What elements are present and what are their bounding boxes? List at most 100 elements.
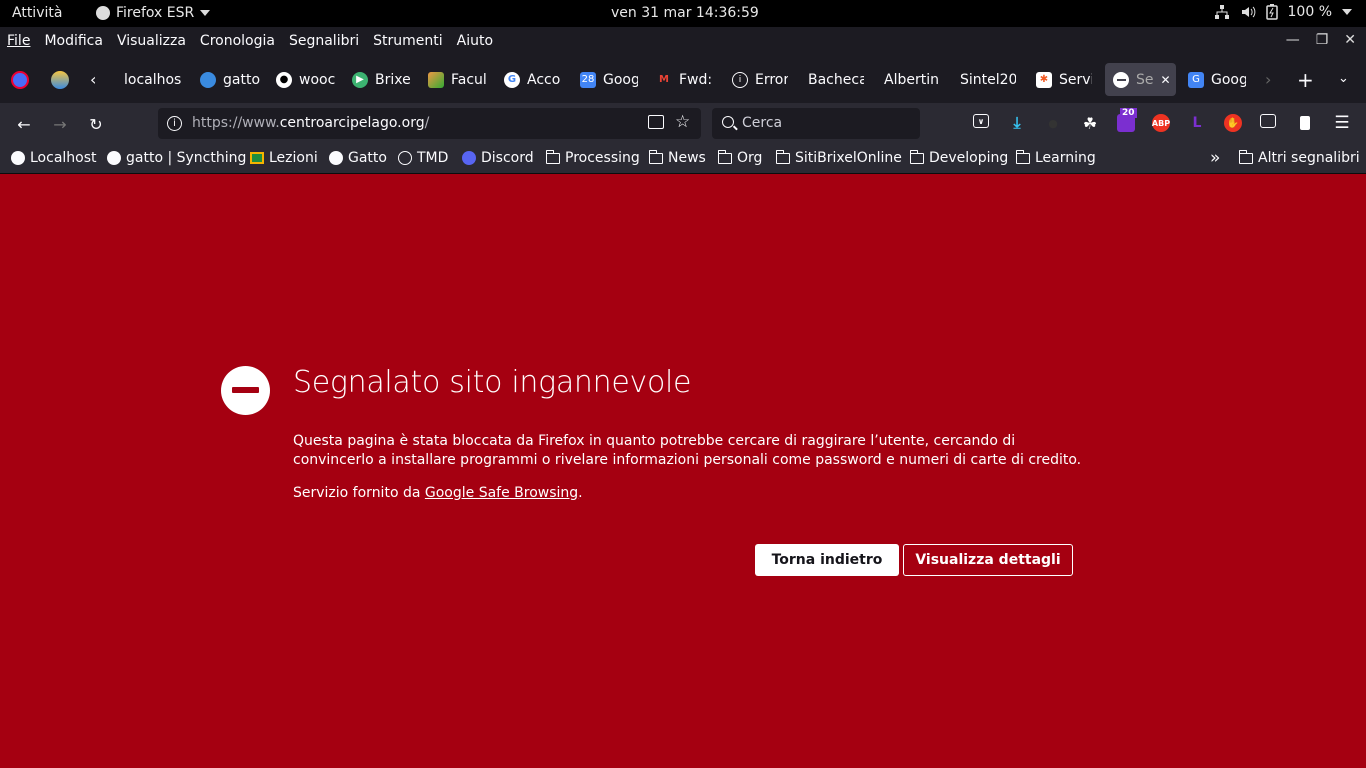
menu-modifica[interactable]: Modifica (44, 33, 103, 49)
tab[interactable]: Sintel20 (960, 63, 1016, 96)
search-placeholder: Cerca (742, 115, 783, 131)
forward-icon[interactable]: → (50, 114, 70, 134)
downloads-icon[interactable]: ⤓ (1008, 113, 1026, 132)
tab[interactable]: M Fwd: (656, 63, 712, 96)
extension-white-icon[interactable] (1296, 114, 1314, 132)
bookmark-item[interactable]: Gatto (329, 150, 387, 166)
tab[interactable]: 28 Goog (580, 63, 638, 96)
menu-segnalibri[interactable]: Segnalibri (289, 33, 359, 49)
go-back-button[interactable]: Torna indietro (755, 544, 899, 576)
back-icon[interactable]: ← (14, 114, 34, 134)
google-safe-browsing-link[interactable]: Google Safe Browsing (425, 485, 578, 501)
clock[interactable]: ven 31 mar 14:36:59 (611, 5, 759, 21)
list-all-tabs-icon[interactable]: ⌄ (1338, 71, 1349, 86)
active-tab[interactable]: Se ✕ (1105, 63, 1176, 96)
bookmark-star-icon[interactable]: ☆ (675, 112, 690, 132)
url-text[interactable]: https://www.centroarcipelago.org/ (192, 115, 429, 131)
gnome-extension-icon[interactable]: ☘ (1081, 114, 1099, 133)
pinned-tab-icon[interactable] (51, 71, 69, 89)
tab[interactable]: Facul (428, 63, 486, 96)
play-icon: ▶ (352, 71, 368, 88)
bookmark-item[interactable]: gatto | Syncthing (107, 150, 246, 166)
bookmark-item[interactable]: Lezioni (250, 150, 318, 166)
network-icon (1214, 5, 1229, 19)
bookmark-folder[interactable]: Learning (1015, 149, 1096, 166)
folder-icon (648, 149, 663, 164)
more-bookmarks-icon[interactable]: » (1210, 148, 1220, 168)
menu-aiuto[interactable]: Aiuto (457, 33, 493, 49)
reload-icon[interactable]: ↻ (86, 114, 106, 134)
extension-icon[interactable]: ● (1044, 114, 1062, 132)
minimize-icon[interactable]: — (1286, 32, 1300, 48)
tab[interactable]: G Goog (1188, 63, 1246, 96)
tab[interactable]: localhos (124, 63, 184, 96)
bookmark-folder[interactable]: News (648, 149, 706, 166)
folder-icon (909, 149, 924, 164)
discord-icon (462, 151, 476, 165)
faculty-icon (428, 71, 444, 88)
pinned-tab-icon[interactable] (11, 71, 29, 89)
reader-view-icon[interactable] (648, 115, 664, 129)
other-bookmarks-folder[interactable]: Altri segnalibri (1238, 149, 1360, 166)
bookmark-item[interactable]: TMD (398, 150, 448, 166)
bookmark-folder[interactable]: Processing (545, 149, 640, 166)
extensions-puzzle-icon[interactable] (1260, 114, 1276, 128)
gnome-top-bar: Attività Firefox ESR ven 31 mar 14:36:59… (0, 0, 1366, 27)
pocket-icon[interactable]: ∨ (973, 114, 989, 128)
battery-icon (1265, 4, 1278, 20)
bookmark-item[interactable]: Localhost (11, 150, 97, 166)
scroll-tabs-right-icon[interactable]: › (1265, 70, 1271, 89)
firefox-icon (96, 6, 110, 20)
chevron-down-icon (200, 10, 211, 16)
menu-file[interactable]: File (7, 33, 30, 49)
battery-level: 100 % (1287, 4, 1332, 20)
folder-icon (775, 149, 790, 164)
globe-icon (398, 151, 412, 165)
maximize-icon[interactable]: ❐ (1316, 32, 1329, 48)
tab[interactable]: ● wooc (276, 63, 336, 96)
extension-badge-icon[interactable]: 20 (1117, 108, 1137, 132)
hamburger-menu-icon[interactable]: ☰ (1333, 113, 1351, 133)
tab[interactable]: Albertin (884, 63, 940, 96)
extension-l-icon[interactable]: L (1188, 114, 1206, 132)
google-icon: G (504, 71, 520, 88)
service-icon: ✱ (1036, 71, 1052, 88)
activities-button[interactable]: Attività (12, 5, 62, 21)
syncthing-icon (107, 151, 121, 165)
view-details-button[interactable]: Visualizza dettagli (903, 544, 1073, 576)
menu-visualizza[interactable]: Visualizza (117, 33, 186, 49)
search-icon (722, 116, 734, 128)
url-bar[interactable]: i https://www.centroarcipelago.org/ ☆ (158, 108, 701, 139)
tab[interactable]: ✱ Servi (1036, 63, 1092, 96)
bookmark-folder[interactable]: Developing (909, 149, 1008, 166)
tab[interactable]: i Error (732, 63, 788, 96)
close-tab-icon[interactable]: ✕ (1161, 73, 1171, 87)
close-icon[interactable]: ✕ (1344, 32, 1356, 48)
menu-cronologia[interactable]: Cronologia (200, 33, 275, 49)
github-icon: ● (276, 71, 292, 88)
chevron-down-icon (1342, 9, 1352, 15)
blocked-icon (221, 366, 270, 415)
app-menu[interactable]: Firefox ESR (96, 5, 211, 21)
classroom-icon (250, 152, 264, 164)
stop-hand-icon[interactable]: ✋ (1224, 114, 1242, 132)
tab[interactable]: G Acco (504, 63, 562, 96)
scroll-tabs-left-icon[interactable]: ‹ (90, 70, 96, 89)
bookmark-folder[interactable]: Org (717, 149, 762, 166)
menu-strumenti[interactable]: Strumenti (373, 33, 443, 49)
folder-icon (1015, 149, 1030, 164)
tab[interactable]: gatto (200, 63, 260, 96)
adblock-plus-icon[interactable]: ABP (1152, 114, 1170, 132)
bookmark-item[interactable]: Discord (462, 150, 534, 166)
folder-icon (1238, 149, 1253, 164)
new-tab-icon[interactable]: + (1297, 68, 1314, 92)
tab[interactable]: ▶ Brixe (352, 63, 410, 96)
bookmark-folder[interactable]: SitiBrixelOnline (775, 149, 902, 166)
folder-icon (717, 149, 732, 164)
system-tray[interactable]: 100 % (1214, 4, 1352, 20)
gmail-icon: M (656, 71, 672, 88)
site-info-icon[interactable]: i (167, 116, 182, 131)
info-icon: i (732, 71, 748, 88)
search-bar[interactable]: Cerca (712, 108, 920, 139)
tab[interactable]: Bacheca (808, 63, 864, 96)
